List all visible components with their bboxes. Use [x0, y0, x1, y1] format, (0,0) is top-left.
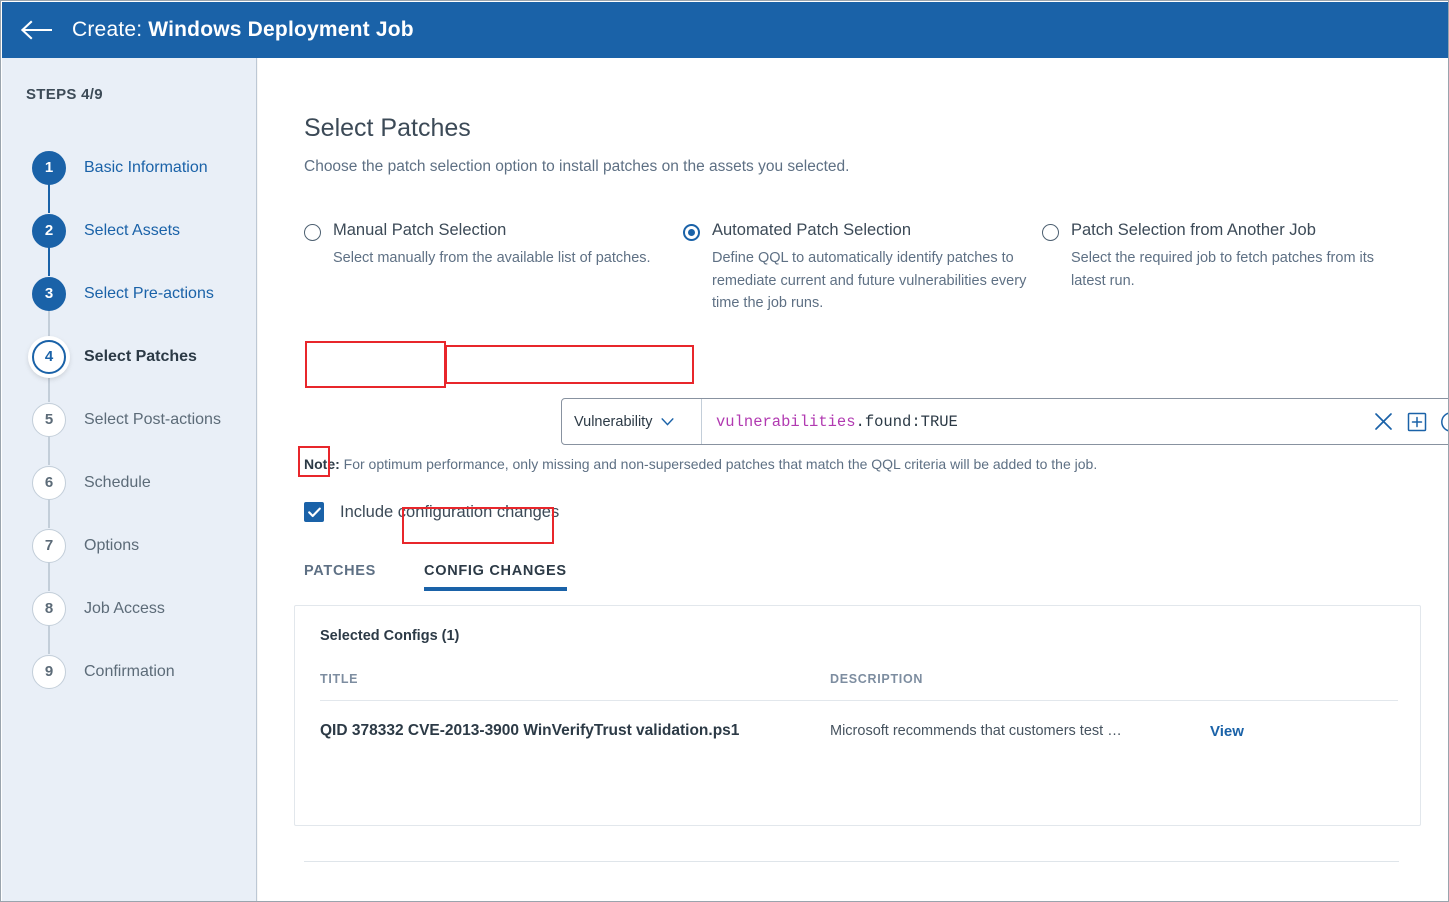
step-label: Confirmation [84, 662, 175, 680]
step-label: Options [84, 536, 140, 554]
create-job-wizard-page: Create: Windows Deployment Job STEPS 4/9 … [0, 0, 1449, 902]
qql-action-icons: ? [1373, 411, 1449, 433]
step-label: Basic Information [84, 158, 208, 176]
sidebar-step-select-pre-actions[interactable]: 3 Select Pre-actions [2, 262, 256, 325]
note-prefix: Note: [304, 456, 340, 472]
app-header: Create: Windows Deployment Job [2, 2, 1448, 58]
step-number-badge: 1 [32, 150, 66, 185]
tab-config-changes[interactable]: CONFIG CHANGES [424, 563, 567, 591]
radio-option-manual-patch-selection[interactable]: Manual Patch Selection Select manually f… [304, 221, 664, 270]
column-header-title: TITLE [320, 672, 359, 686]
qql-category-value: Vulnerability [574, 413, 653, 430]
selected-configs-card: Selected Configs (1) TITLE DESCRIPTION Q… [294, 605, 1421, 826]
footer-divider [304, 861, 1399, 862]
chevron-down-icon [661, 417, 674, 426]
section-subtitle: Choose the patch selection option to ins… [304, 158, 850, 175]
column-header-description: DESCRIPTION [830, 672, 924, 686]
sidebar-step-options[interactable]: 7 Options [2, 514, 256, 577]
steps-list: 1 Basic Information 2 Select Assets 3 Select … [2, 136, 256, 703]
section-title: Select Patches [304, 114, 471, 142]
radio-automated-icon[interactable] [683, 224, 700, 241]
close-x-icon[interactable] [1373, 411, 1394, 432]
config-title: QID 378332 CVE-2013-3900 WinVerifyTrust … [320, 722, 740, 739]
help-question-icon[interactable]: ? [1440, 411, 1449, 433]
sidebar-step-schedule[interactable]: 6 Schedule [2, 451, 256, 514]
step-connector [48, 373, 50, 402]
note-text: For optimum performance, only missing an… [339, 456, 1098, 472]
step-number-badge: 7 [32, 528, 66, 563]
sidebar-step-select-assets[interactable]: 2 Select Assets [2, 199, 256, 262]
table-row: QID 378332 CVE-2013-3900 WinVerifyTrust … [320, 701, 1398, 740]
step-number-badge: 8 [32, 591, 66, 626]
step-label: Select Post-actions [84, 410, 221, 428]
step-number-badge: 3 [32, 276, 66, 311]
step-label: Select Pre-actions [84, 284, 214, 302]
step-connector [48, 625, 50, 654]
step-number-badge: 2 [32, 213, 66, 248]
step-label: Select Assets [84, 221, 181, 239]
sidebar-step-basic-information[interactable]: 1 Basic Information [2, 136, 256, 199]
step-connector [48, 247, 50, 276]
wizard-steps-sidebar: STEPS 4/9 1 Basic Information 2 Select Asse… [2, 58, 259, 901]
qql-query-field-token: vulnerabilities [716, 412, 856, 431]
performance-note: Note: For optimum performance, only miss… [304, 456, 1097, 472]
step-number-badge: 5 [32, 402, 66, 437]
sidebar-step-select-patches[interactable]: 4 Select Patches [2, 325, 256, 388]
radio-automated-label: Automated Patch Selection [712, 221, 912, 239]
table-header-row: TITLE DESCRIPTION [320, 672, 1398, 701]
step-number-badge: 9 [32, 654, 66, 689]
add-plus-box-icon[interactable] [1407, 412, 1427, 432]
step-label: Job Access [84, 599, 165, 617]
include-config-changes-row[interactable]: Include configuration changes [304, 502, 559, 522]
back-arrow-icon[interactable] [18, 16, 56, 44]
radio-manual-label: Manual Patch Selection [333, 221, 507, 239]
radio-another-job-description: Select the required job to fetch patches… [1071, 250, 1375, 289]
sidebar-step-confirmation[interactable]: 9 Confirmation [2, 640, 256, 703]
selected-configs-title: Selected Configs (1) [320, 628, 460, 644]
step-connector [48, 499, 50, 528]
step-label: Select Patches [84, 347, 197, 365]
tab-patches[interactable]: PATCHES [304, 563, 376, 591]
title-prefix: Create: [72, 18, 143, 41]
radio-manual-description: Select manually from the available list … [333, 250, 651, 266]
step-number-badge: 4 [32, 339, 66, 374]
include-config-label: Include configuration changes [340, 502, 560, 521]
radio-another-job-label: Patch Selection from Another Job [1071, 221, 1316, 239]
step-number-badge: 6 [32, 465, 66, 500]
radio-option-patch-from-another-job[interactable]: Patch Selection from Another Job Select … [1042, 221, 1382, 292]
checkmark-icon [307, 507, 321, 517]
radio-automated-description: Define QQL to automatically identify pat… [712, 250, 1027, 312]
steps-counter: STEPS 4/9 [26, 86, 103, 103]
step-connector [48, 310, 50, 339]
step-connector [48, 184, 50, 213]
title-job-name: Windows Deployment Job [148, 18, 414, 41]
configs-table: TITLE DESCRIPTION QID 378332 CVE-2013-39… [320, 672, 1398, 740]
content-tabs: PATCHES CONFIG CHANGES [304, 563, 567, 591]
qql-search-bar: Vulnerability vulnerabilities .found:TRUE [561, 398, 1449, 445]
main-content: Select Patches Choose the patch selectio… [258, 58, 1449, 901]
config-description: Microsoft recommends that customers test… [830, 723, 1122, 739]
qql-query-value-token: .found:TRUE [855, 412, 958, 431]
page-title: Create: Windows Deployment Job [72, 18, 414, 42]
step-connector [48, 562, 50, 591]
step-label: Schedule [84, 473, 151, 491]
radio-option-automated-patch-selection[interactable]: Automated Patch Selection Define QQL to … [683, 221, 1028, 315]
sidebar-step-select-post-actions[interactable]: 5 Select Post-actions [2, 388, 256, 451]
step-connector [48, 436, 50, 465]
view-config-link[interactable]: View [1210, 723, 1390, 740]
column-header-action [1210, 672, 1390, 686]
include-config-checkbox[interactable] [304, 502, 324, 522]
sidebar-step-job-access[interactable]: 8 Job Access [2, 577, 256, 640]
qql-category-dropdown[interactable]: Vulnerability [562, 399, 702, 444]
radio-another-job-icon[interactable] [1042, 224, 1059, 241]
radio-manual-icon[interactable] [304, 224, 321, 241]
qql-query-input[interactable]: vulnerabilities .found:TRUE [702, 399, 1373, 444]
